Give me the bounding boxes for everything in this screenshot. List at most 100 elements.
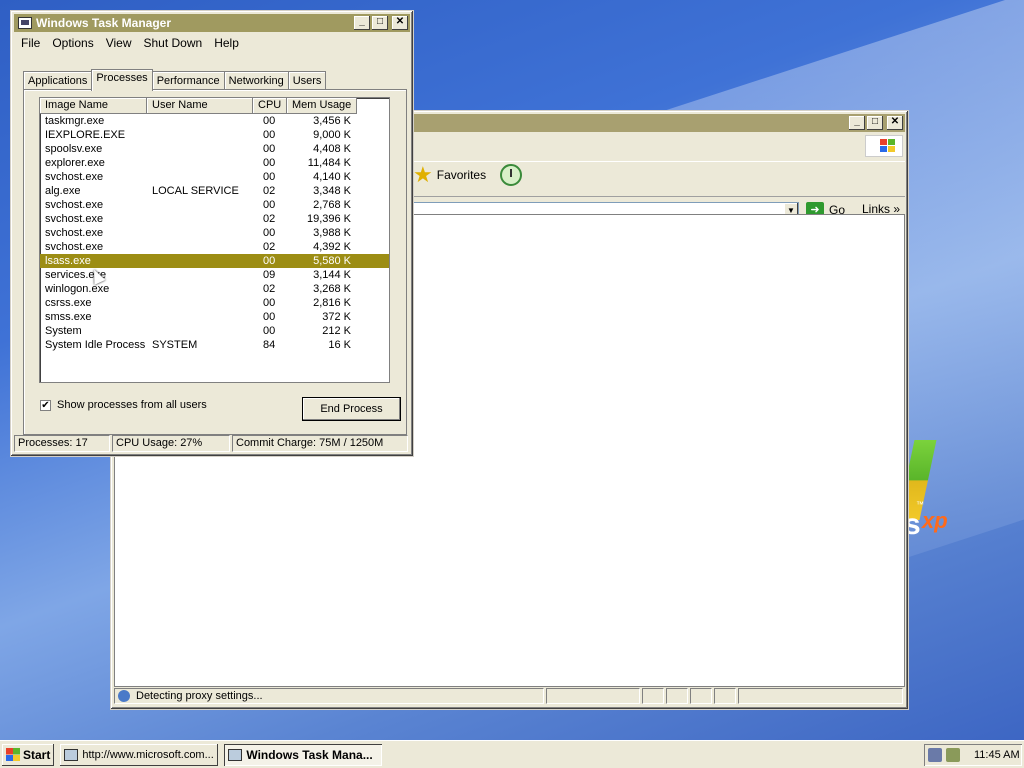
minimize-button[interactable]: _: [849, 116, 865, 130]
menu-help[interactable]: Help: [208, 34, 245, 52]
user-name-cell: [147, 156, 253, 170]
mem-usage-cell: 19,396 K: [306, 213, 351, 225]
user-name-cell: [147, 128, 253, 142]
table-row[interactable]: System Idle Process SYSTEM 84 16 K: [40, 338, 389, 352]
cpu-cell: 00: [263, 157, 276, 169]
close-button[interactable]: ✕: [887, 116, 903, 130]
taskmgr-window-title: Windows Task Manager: [36, 16, 172, 30]
mem-usage-cell: 16 K: [328, 339, 351, 351]
ie-statusbar: Detecting proxy settings...: [114, 688, 905, 706]
menu-file[interactable]: File: [15, 34, 46, 52]
favorites-button[interactable]: ★ Favorites: [413, 161, 523, 189]
favorites-label: Favorites: [436, 168, 487, 182]
user-name-cell: [147, 296, 253, 310]
cpu-cell: 00: [263, 227, 276, 239]
user-name-cell: [147, 142, 253, 156]
tab-processes[interactable]: Processes: [91, 69, 153, 91]
table-row[interactable]: svchost.exe 00 3,988 K: [40, 226, 389, 240]
cpu-cell: 02: [263, 283, 276, 295]
cpu-cell: 02: [263, 241, 276, 253]
table-row[interactable]: System 00 212 K: [40, 324, 389, 338]
user-name-cell: [147, 310, 253, 324]
wallpaper-logo-xp: xp: [922, 508, 948, 533]
menu-options[interactable]: Options: [46, 34, 99, 52]
user-name-cell: [147, 170, 253, 184]
maximize-button[interactable]: □: [867, 116, 883, 130]
table-row[interactable]: explorer.exe 00 11,484 K: [40, 156, 389, 170]
maximize-button[interactable]: □: [372, 16, 388, 30]
process-name-cell: svchost.exe: [45, 199, 104, 211]
user-name-cell: LOCAL SERVICE: [152, 185, 239, 197]
taskmgr-tray-icon[interactable]: [946, 748, 960, 762]
show-all-processes-checkbox[interactable]: ✔ Show processes from all users: [40, 399, 207, 411]
menu-view[interactable]: View: [100, 34, 138, 52]
process-list[interactable]: Image Name User Name CPU Mem Usage taskm…: [39, 97, 390, 383]
taskbar-item-task-manager[interactable]: Windows Task Mana...: [224, 743, 383, 766]
show-all-processes-label: Show processes from all users: [57, 399, 207, 411]
user-name-cell: [147, 324, 253, 338]
taskbar-item-label: Windows Task Mana...: [246, 747, 373, 762]
cpu-cell: 00: [263, 297, 276, 309]
mem-usage-cell: 3,456 K: [313, 115, 351, 127]
process-rows: taskmgr.exe 00 3,456 K IEXPLORE.EXE 00 9,000 …: [40, 114, 389, 352]
clock[interactable]: 11:45 AM: [974, 749, 1020, 761]
minimize-button[interactable]: _: [354, 16, 370, 30]
mem-usage-cell: 372 K: [322, 311, 351, 323]
column-mem-usage[interactable]: Mem Usage: [287, 98, 357, 114]
table-row[interactable]: taskmgr.exe 00 3,456 K: [40, 114, 389, 128]
mem-usage-cell: 3,348 K: [313, 185, 351, 197]
cpu-cell: 00: [263, 115, 276, 127]
ie-status-text: Detecting proxy settings...: [136, 690, 263, 702]
mem-usage-cell: 5,580 K: [313, 255, 351, 267]
table-row[interactable]: alg.exe LOCAL SERVICE 02 3,348 K: [40, 184, 389, 198]
table-row[interactable]: smss.exe 00 372 K: [40, 310, 389, 324]
table-row[interactable]: svchost.exe 00 4,140 K: [40, 170, 389, 184]
column-image-name[interactable]: Image Name: [40, 98, 147, 114]
column-user-name[interactable]: User Name: [147, 98, 253, 114]
network-icon[interactable]: [928, 748, 942, 762]
table-row[interactable]: svchost.exe 00 2,768 K: [40, 198, 389, 212]
taskmgr-titlebar[interactable]: Windows Task Manager _ □ ✕: [14, 14, 410, 32]
taskbar-item-label: http://www.microsoft.com...: [82, 748, 214, 761]
mem-usage-cell: 4,392 K: [313, 241, 351, 253]
table-row[interactable]: winlogon.exe 02 3,268 K: [40, 282, 389, 296]
cpu-cell: 00: [263, 171, 276, 183]
table-row[interactable]: svchost.exe 02 4,392 K: [40, 240, 389, 254]
table-row[interactable]: spoolsv.exe 00 4,408 K: [40, 142, 389, 156]
process-list-header: Image Name User Name CPU Mem Usage: [40, 98, 389, 114]
ie-status-pane: [690, 688, 712, 704]
end-process-button[interactable]: End Process: [302, 397, 401, 421]
table-row[interactable]: IEXPLORE.EXE 00 9,000 K: [40, 128, 389, 142]
table-row[interactable]: lsass.exe 00 5,580 K: [40, 254, 389, 268]
menu-shut-down[interactable]: Shut Down: [138, 34, 209, 52]
tab-applications[interactable]: Applications: [23, 71, 93, 91]
cpu-cell: 00: [263, 199, 276, 211]
cpu-cell: 00: [263, 143, 276, 155]
user-name-cell: [147, 282, 253, 296]
task-manager-window[interactable]: Windows Task Manager _ □ ✕ File Options …: [10, 10, 414, 457]
taskbar-item-internet-explorer[interactable]: http://www.microsoft.com...: [60, 744, 218, 766]
cpu-cell: 00: [263, 255, 276, 267]
taskmgr-icon: [228, 748, 243, 761]
cpu-cell: 00: [263, 311, 276, 323]
ie-zone-pane: [738, 688, 903, 704]
table-row[interactable]: svchost.exe 02 19,396 K: [40, 212, 389, 226]
tab-users[interactable]: Users: [287, 71, 327, 91]
mem-usage-cell: 212 K: [322, 325, 351, 337]
tab-performance[interactable]: Performance: [151, 71, 225, 91]
mem-usage-cell: 2,768 K: [313, 199, 351, 211]
close-button[interactable]: ✕: [392, 16, 408, 30]
tab-networking[interactable]: Networking: [223, 71, 289, 91]
status-commit-charge: Commit Charge: 75M / 1250M: [232, 435, 408, 452]
process-name-cell: alg.exe: [45, 185, 81, 197]
user-name-cell: [147, 114, 253, 128]
mem-usage-cell: 2,816 K: [313, 297, 351, 309]
history-icon[interactable]: [500, 164, 523, 186]
column-cpu[interactable]: CPU: [253, 98, 287, 114]
process-name-cell: System Idle Process: [45, 339, 146, 351]
table-row[interactable]: csrss.exe 00 2,816 K: [40, 296, 389, 310]
taskmgr-menubar: File Options View Shut Down Help: [15, 34, 409, 52]
start-button[interactable]: Start: [2, 744, 54, 766]
mem-usage-cell: 4,408 K: [313, 143, 351, 155]
checkbox-box[interactable]: ✔: [40, 399, 51, 411]
